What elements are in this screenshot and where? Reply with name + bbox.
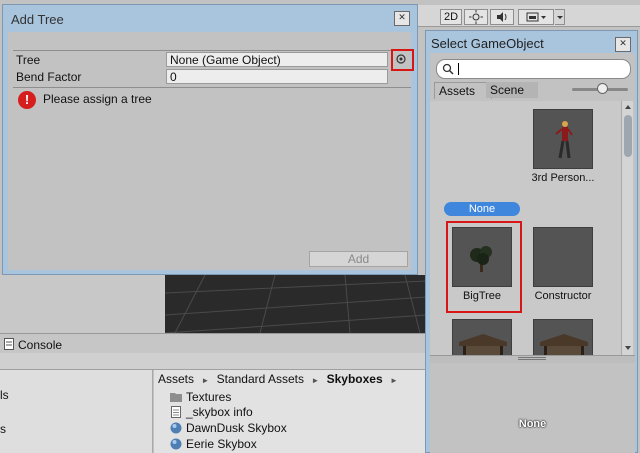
grid-item-thumb[interactable]: [452, 319, 512, 355]
grid-item-constructor-thumb[interactable]: [533, 227, 593, 287]
list-item[interactable]: Textures: [170, 390, 231, 405]
list-item[interactable]: Eerie Skybox: [170, 437, 257, 452]
breadcrumb-arrow-icon: ►: [390, 376, 398, 385]
scroll-up-icon: [625, 105, 631, 109]
hierarchy-panel: [0, 275, 165, 333]
search-input[interactable]: [436, 59, 631, 79]
close-icon: ✕: [619, 38, 627, 48]
error-icon: !: [18, 91, 36, 109]
list-item[interactable]: DawnDusk Skybox: [170, 421, 287, 436]
grid-item-label: BigTree: [462, 290, 502, 302]
speaker-icon: [497, 12, 507, 22]
grid-item-label: Constructor: [534, 290, 592, 302]
bend-factor-row: Bend Factor 0: [13, 68, 411, 88]
close-button[interactable]: ✕: [394, 11, 410, 26]
select-gameobject-content: Assets Scene None 3rd Person... BigTree …: [430, 53, 635, 453]
chevron-down-icon[interactable]: [555, 9, 565, 25]
tree-object-field[interactable]: None (Game Object): [166, 52, 388, 67]
tab-scene[interactable]: Scene: [486, 82, 538, 98]
close-icon: ✕: [398, 12, 406, 22]
folder-tree-fragment: s: [0, 422, 6, 436]
breadcrumb-arrow-icon: ►: [201, 376, 210, 385]
breadcrumb-arrow-icon: ►: [311, 376, 320, 385]
breadcrumb-item[interactable]: Assets: [158, 372, 194, 386]
dialog-title: Add Tree: [11, 12, 64, 27]
select-gameobject-dialog: Select GameObject ✕ Assets Scene None 3r…: [425, 30, 638, 453]
sun-icon: [469, 10, 483, 24]
console-icon: [4, 338, 14, 350]
2d-toggle-button[interactable]: 2D: [440, 9, 462, 25]
lighting-toggle-button[interactable]: [464, 9, 488, 25]
character-preview-icon: [555, 121, 573, 159]
breadcrumb-item[interactable]: Skyboxes: [327, 372, 383, 386]
breadcrumb: Assets ► Standard Assets ► Skyboxes ►: [158, 372, 398, 388]
shed-preview-icon: [540, 334, 588, 355]
project-toolbar: [0, 353, 427, 370]
add-tree-dialog: Add Tree ✕ Tree None (Game Object) Bend …: [2, 4, 418, 275]
list-item[interactable]: _skybox info: [170, 405, 253, 420]
bend-factor-field[interactable]: 0: [166, 69, 388, 84]
add-button[interactable]: Add: [309, 251, 408, 267]
breadcrumb-item[interactable]: Standard Assets: [217, 372, 304, 386]
close-button[interactable]: ✕: [615, 37, 631, 52]
folder-tree-fragment: ls: [0, 388, 9, 402]
preview-area: None: [430, 363, 635, 453]
dialog-title: Select GameObject: [431, 36, 544, 51]
grid-item-none[interactable]: None: [444, 202, 520, 216]
preview-label: None: [518, 418, 547, 430]
console-tab-label: Console: [18, 338, 63, 352]
scroll-down-icon: [625, 346, 631, 350]
object-grid: None 3rd Person... BigTree Constructor: [430, 101, 621, 355]
text-cursor: [458, 63, 459, 75]
preview-splitter[interactable]: [430, 355, 635, 363]
add-tree-content: Tree None (Game Object) Bend Factor 0 ! …: [8, 32, 414, 270]
material-sphere-icon: [170, 438, 182, 450]
audio-toggle-button[interactable]: [490, 9, 514, 25]
text-file-icon: [171, 406, 181, 418]
error-message: Please assign a tree: [43, 92, 152, 106]
file-name: Textures: [186, 390, 232, 404]
tab-assets[interactable]: Assets: [434, 82, 492, 99]
file-name: _skybox info: [186, 405, 253, 419]
grid-item-bigtree-thumb[interactable]: [452, 227, 512, 287]
search-icon: [442, 63, 454, 75]
project-folder-tree[interactable]: ls s: [0, 370, 153, 453]
grid-item-3rd-person-thumb[interactable]: [533, 109, 593, 169]
grid-lines: [165, 275, 427, 333]
grid-item-thumb[interactable]: [533, 319, 593, 355]
image-icon: [526, 12, 546, 22]
material-sphere-icon: [170, 422, 182, 434]
shed-preview-icon: [459, 334, 507, 355]
tree-field-label: Tree: [16, 53, 41, 67]
tree-field-row: Tree None (Game Object): [13, 49, 414, 71]
slider-handle[interactable]: [597, 83, 608, 94]
grid-item-label: 3rd Person...: [531, 172, 595, 184]
file-name: Eerie Skybox: [186, 437, 257, 451]
file-name: DawnDusk Skybox: [186, 421, 287, 435]
scrollbar-thumb[interactable]: [624, 115, 632, 157]
object-picker-icon[interactable]: [396, 54, 406, 64]
folder-icon: [170, 393, 182, 402]
tree-preview-icon: [470, 246, 492, 272]
console-tab[interactable]: Console: [0, 333, 427, 353]
bend-factor-label: Bend Factor: [16, 70, 82, 84]
grid-scrollbar[interactable]: [621, 101, 633, 355]
scene-view[interactable]: [165, 275, 427, 333]
effects-dropdown-button[interactable]: [518, 9, 554, 25]
